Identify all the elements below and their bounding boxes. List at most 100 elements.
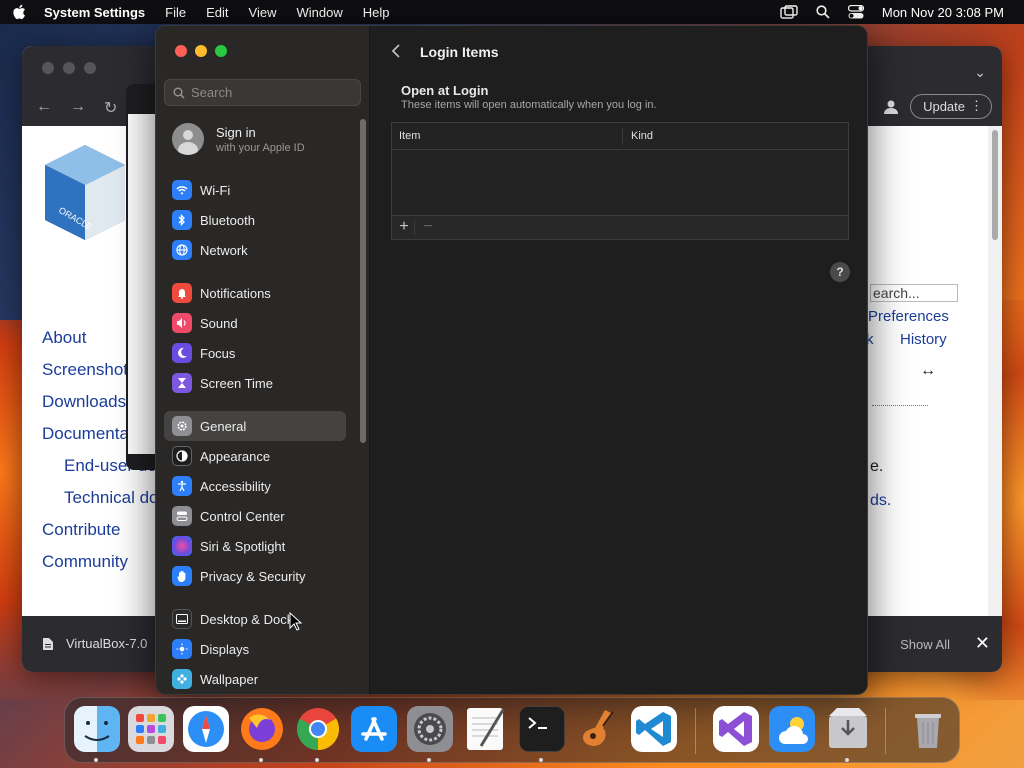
help-menu[interactable]: Help [363, 5, 390, 20]
close-button[interactable] [175, 45, 187, 57]
minimize-button[interactable] [195, 45, 207, 57]
sidebar-group-network: Wi-Fi Bluetooth Network [164, 175, 346, 265]
finder-running-dot [94, 758, 98, 762]
more-vertical-icon[interactable]: ⋮ [970, 98, 983, 114]
chrome-icon[interactable] [295, 706, 341, 752]
sidebar-item-privacy-security[interactable]: Privacy & Security [164, 561, 346, 591]
reload-icon[interactable]: ↻ [104, 98, 117, 118]
column-item[interactable]: Item [399, 130, 420, 142]
history-link[interactable]: History [900, 331, 947, 348]
weather-icon[interactable] [769, 706, 815, 752]
sidebar-item-wallpaper[interactable]: Wallpaper [164, 664, 346, 694]
network-icon [172, 240, 192, 260]
visual-studio-icon[interactable] [713, 706, 759, 752]
focus-icon [172, 343, 192, 363]
sidebar-item-desktop-dock[interactable]: Desktop & Dock [164, 604, 346, 634]
view-menu[interactable]: View [249, 5, 277, 20]
edit-menu[interactable]: Edit [206, 5, 228, 20]
app-store-icon[interactable] [351, 706, 397, 752]
menu-clock[interactable]: Mon Nov 20 3:08 PM [882, 5, 1004, 20]
partial-link-2[interactable]: ds. [870, 492, 891, 510]
sidebar-item-appearance[interactable]: Appearance [164, 441, 346, 471]
remove-item-button[interactable]: − [420, 218, 436, 236]
search-input[interactable] [191, 85, 351, 100]
sidebar-scrollbar[interactable] [360, 119, 366, 443]
wifi-icon [172, 180, 192, 200]
zoom-button[interactable] [215, 45, 227, 57]
garageband-icon[interactable] [575, 706, 621, 752]
trash-icon[interactable] [905, 706, 951, 752]
browser-zoom-button[interactable] [84, 62, 96, 74]
sidebar-item-label: Control Center [200, 508, 285, 524]
column-divider [622, 128, 623, 145]
terminal-icon[interactable] [519, 706, 565, 752]
firefox-icon[interactable] [239, 706, 285, 752]
chevron-down-icon[interactable]: ⌄ [974, 64, 986, 81]
settings-search[interactable] [164, 79, 361, 106]
download-item[interactable]: VirtualBox-7.0 [42, 636, 147, 651]
sidebar-item-wifi[interactable]: Wi-Fi [164, 175, 346, 205]
sidebar-item-bluetooth[interactable]: Bluetooth [164, 205, 346, 235]
sidebar-item-screen-time[interactable]: Screen Time [164, 368, 346, 398]
mouse-cursor-icon [289, 612, 303, 631]
back-arrow-icon[interactable]: ← [36, 98, 52, 118]
system-settings-window: Sign in with your Apple ID Wi-Fi Bluetoo… [155, 25, 868, 695]
sidebar-item-label: Bluetooth [200, 212, 255, 228]
firefox-running-dot [259, 758, 263, 762]
dotted-divider [872, 405, 928, 406]
sidebar-item-focus[interactable]: Focus [164, 338, 346, 368]
sidebar-item-label: Sound [200, 315, 238, 331]
sign-in-apple-id[interactable]: Sign in with your Apple ID [172, 123, 305, 155]
installer-icon[interactable] [825, 706, 871, 752]
launchpad-icon[interactable] [128, 706, 174, 752]
sidebar-item-control-center[interactable]: Control Center [164, 501, 346, 531]
sidebar-item-general[interactable]: General [164, 411, 346, 441]
add-item-button[interactable]: + [396, 218, 412, 236]
table-footer: + − [392, 215, 848, 239]
control-center-icon [172, 506, 192, 526]
system-settings-dock-icon[interactable] [407, 706, 453, 752]
sidebar-item-network[interactable]: Network [164, 235, 346, 265]
virtualbox-window-edge[interactable] [126, 84, 156, 470]
browser-scrollbar[interactable] [988, 126, 1002, 616]
browser-minimize-button[interactable] [63, 62, 75, 74]
sidebar-group-general: General Appearance Accessibility Control… [164, 411, 346, 591]
profile-icon[interactable] [882, 98, 900, 116]
sidebar-item-siri-spotlight[interactable]: Siri & Spotlight [164, 531, 346, 561]
show-all-button[interactable]: Show All [900, 637, 950, 652]
sidebar-item-sound[interactable]: Sound [164, 308, 346, 338]
sidebar-item-accessibility[interactable]: Accessibility [164, 471, 346, 501]
notifications-icon [172, 283, 192, 303]
column-kind[interactable]: Kind [631, 130, 653, 142]
update-button[interactable]: Update ⋮ [910, 94, 992, 119]
apple-logo-icon[interactable] [12, 4, 26, 20]
sidebar-item-label: Wi-Fi [200, 182, 231, 198]
vscode-icon[interactable] [631, 706, 677, 752]
preferences-link[interactable]: Preferences [868, 308, 949, 325]
finder-icon[interactable] [74, 706, 120, 752]
textedit-icon[interactable] [463, 706, 509, 752]
safari-icon[interactable] [183, 706, 229, 752]
back-chevron-icon[interactable] [390, 43, 402, 59]
spotlight-search-icon[interactable] [816, 5, 830, 19]
sidebar-item-label: Privacy & Security [200, 568, 306, 584]
close-downloads-icon[interactable]: ✕ [975, 633, 990, 654]
help-button[interactable]: ? [830, 262, 850, 282]
forward-arrow-icon[interactable]: → [70, 98, 86, 118]
app-name-menu[interactable]: System Settings [44, 5, 145, 20]
file-menu[interactable]: File [165, 5, 186, 20]
gear-icon [172, 416, 192, 436]
wiki-search-input[interactable]: earch... [870, 284, 958, 302]
virtualbox-logo-icon: ORACLE [45, 145, 125, 240]
control-center-menu-icon[interactable] [847, 5, 864, 19]
document-icon [43, 637, 53, 650]
browser-close-button[interactable] [42, 62, 54, 74]
screen-mirroring-icon[interactable] [780, 5, 798, 19]
sidebar-item-displays[interactable]: Displays [164, 634, 346, 664]
window-menu[interactable]: Window [296, 5, 342, 20]
sidebar-item-label: Desktop & Dock [200, 611, 294, 627]
sidebar-item-notifications[interactable]: Notifications [164, 278, 346, 308]
browser-scrollbar-thumb[interactable] [992, 130, 998, 240]
displays-icon [172, 639, 192, 659]
signin-subtitle: with your Apple ID [216, 141, 305, 154]
